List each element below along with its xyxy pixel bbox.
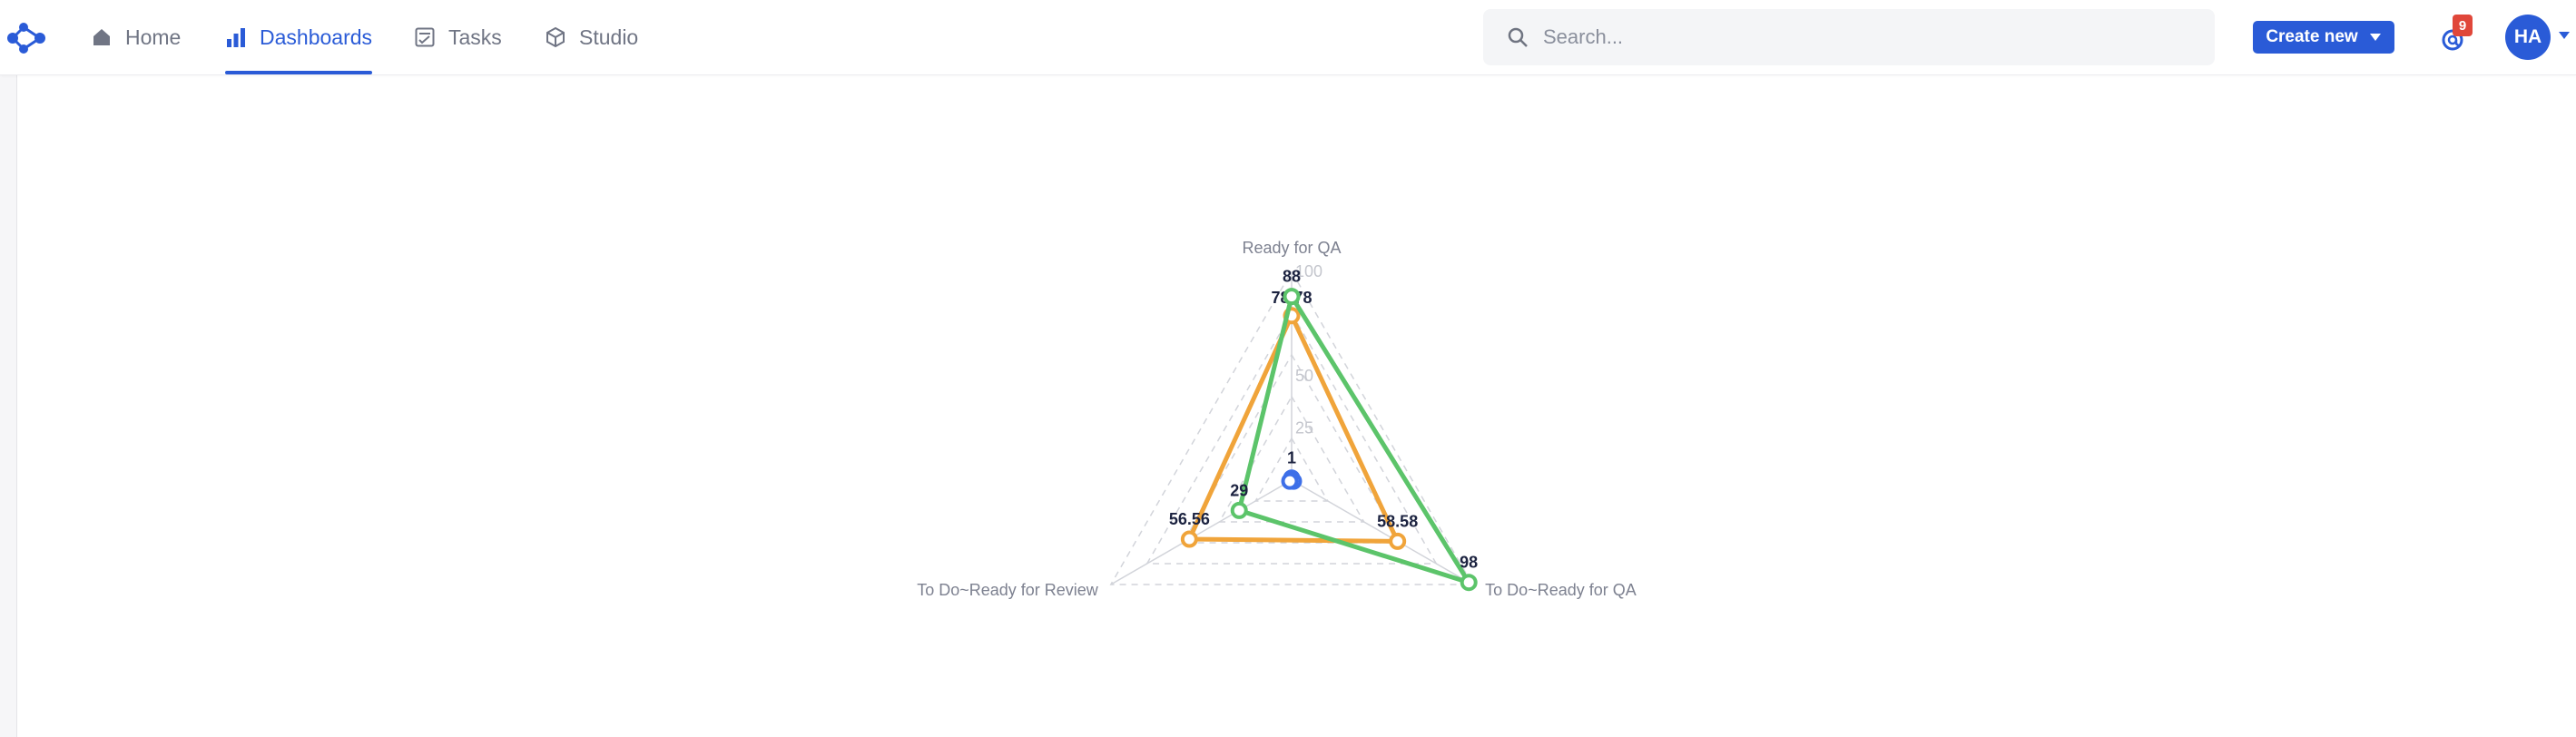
tasks-icon	[415, 27, 435, 47]
radial-tick-label: 50	[1295, 367, 1313, 385]
data-label: 1	[1287, 449, 1296, 467]
caret-down-icon	[2369, 34, 2381, 41]
nav-tasks[interactable]: Tasks	[414, 0, 502, 74]
data-point	[1389, 532, 1407, 550]
axis-spoke	[1110, 479, 1293, 585]
data-point	[1281, 472, 1299, 490]
radar-chart: 2550100Ready for QATo Do~Ready for QATo …	[917, 239, 1637, 599]
data-point	[1460, 574, 1478, 592]
series-line	[1186, 313, 1401, 544]
search-icon	[1507, 26, 1529, 48]
home-icon	[93, 29, 110, 45]
top-navigation-bar: Home Dashboards Tasks Studio Search... C…	[0, 0, 2576, 75]
data-point	[1283, 288, 1301, 306]
data-label: 56.56	[1169, 510, 1210, 528]
nav-studio-label: Studio	[579, 25, 639, 49]
create-new-label: Create new	[2266, 27, 2358, 46]
data-label: 29	[1230, 481, 1248, 499]
data-label: 58.58	[1377, 512, 1418, 530]
user-avatar[interactable]: HA	[2505, 15, 2551, 60]
nav-dashboards-label: Dashboards	[260, 25, 373, 49]
bar-chart-icon	[227, 28, 245, 47]
axis-label: To Do~Ready for Review	[917, 581, 1099, 599]
data-point	[1230, 501, 1248, 519]
nav-tasks-label: Tasks	[448, 25, 502, 49]
radial-tick-label: 25	[1295, 419, 1313, 437]
chart-panel: 25 50 100 Ready for QA To Do~Ready for QA To …	[16, 74, 2576, 737]
cube-icon	[546, 26, 565, 48]
data-label: 88	[1283, 268, 1301, 286]
axis-spoke	[1291, 479, 1473, 585]
notification-badge: 9	[2453, 15, 2473, 36]
nav-dashboards[interactable]: Dashboards	[225, 0, 373, 74]
data-point	[1180, 530, 1198, 548]
search-bar[interactable]	[1483, 9, 2215, 65]
nav-home[interactable]: Home	[91, 0, 181, 74]
axis-label: Ready for QA	[1242, 239, 1341, 257]
search-input[interactable]	[1541, 25, 2180, 50]
dashboard-content: 25 50 100 Ready for QA To Do~Ready for QA To …	[0, 74, 2576, 737]
axis-label: To Do~Ready for QA	[1485, 581, 1637, 599]
nav-home-label: Home	[125, 25, 182, 49]
avatar-caret-down-icon[interactable]	[2558, 31, 2571, 40]
active-tab-indicator	[225, 71, 373, 74]
nav-studio[interactable]: Studio	[545, 0, 638, 74]
app-logo-icon[interactable]	[4, 15, 51, 62]
data-label: 98	[1460, 554, 1478, 572]
create-new-button[interactable]: Create new	[2253, 21, 2394, 54]
